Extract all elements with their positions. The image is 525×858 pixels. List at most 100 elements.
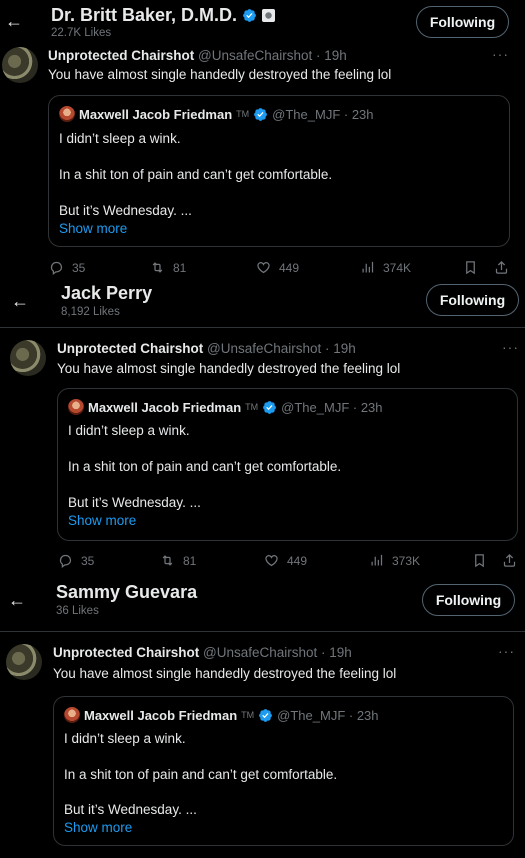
tweet-text: You have almost single handedly destroye…	[53, 666, 397, 681]
affiliate-badge-icon	[262, 9, 276, 22]
reply-icon	[59, 554, 72, 568]
avatar[interactable]	[6, 644, 42, 680]
like-count: 449	[287, 553, 308, 568]
author-name[interactable]: Unprotected Chairshot	[57, 341, 203, 356]
profile-header-name: Dr. Britt Baker, D.M.D.	[51, 5, 276, 26]
like-count: 449	[279, 260, 300, 275]
heart-icon	[257, 262, 270, 274]
repost-count: 81	[173, 260, 187, 275]
quote-author: Maxwell Jacob Friedman TM @The_MJF · 23h	[68, 399, 383, 415]
bookmark-icon	[466, 261, 475, 275]
heart-icon	[265, 555, 278, 567]
quote-tweet-card[interactable]: Maxwell Jacob Friedman TM @The_MJF · 23h…	[57, 388, 518, 541]
show-more-link[interactable]: Show more	[64, 820, 132, 835]
share-icon	[495, 260, 508, 274]
quote-text-line: But it’s Wednesday. ...	[59, 203, 192, 218]
repost-button[interactable]: 81	[160, 553, 196, 568]
verified-badge-icon	[259, 708, 273, 722]
reply-button[interactable]: 35	[49, 260, 85, 275]
more-options-icon[interactable]: ···	[502, 339, 519, 355]
show-more-link[interactable]: Show more	[59, 221, 127, 236]
repost-button[interactable]: 81	[150, 260, 186, 275]
quote-author: Maxwell Jacob Friedman TM @The_MJF · 23h	[64, 707, 379, 723]
verified-badge-icon	[243, 9, 256, 22]
back-arrow-icon[interactable]: ←	[8, 591, 26, 609]
author-handle-time: @UnsafeChairshot · 19h	[203, 645, 352, 660]
avatar[interactable]	[10, 340, 46, 376]
verified-badge-icon	[263, 400, 277, 414]
quote-author: Maxwell Jacob Friedman TM @The_MJF · 23h	[59, 106, 374, 122]
more-options-icon[interactable]: ···	[492, 46, 509, 62]
quote-handle-time: @The_MJF · 23h	[281, 399, 383, 415]
repost-icon	[162, 555, 173, 566]
following-button[interactable]: Following	[422, 584, 515, 616]
profile-panel-britt-baker: ← Dr. Britt Baker, D.M.D. 22.7K Likes Fo…	[0, 0, 525, 285]
quote-text-line: In a shit ton of pain and can’t get comf…	[59, 167, 333, 182]
views-chart-icon	[371, 554, 383, 566]
quote-text-line: I didn’t sleep a wink.	[59, 131, 181, 146]
profile-header-name: Sammy Guevara	[56, 582, 197, 603]
tweet-author: Unprotected Chairshot @UnsafeChairshot ·…	[48, 48, 347, 63]
share-button[interactable]	[502, 553, 517, 568]
reply-count: 35	[81, 553, 95, 568]
back-arrow-icon[interactable]: ←	[5, 12, 23, 30]
bookmark-button[interactable]	[463, 260, 478, 275]
bookmark-icon	[475, 554, 484, 568]
quote-handle-time: @The_MJF · 23h	[277, 707, 379, 723]
views-button[interactable]: 374K	[360, 260, 411, 275]
quote-tm-mark: TM	[245, 402, 259, 412]
repost-icon	[152, 262, 163, 273]
share-icon	[503, 553, 516, 567]
quote-author-name: Maxwell Jacob Friedman	[88, 399, 242, 415]
views-count: 374K	[383, 260, 412, 275]
bookmark-button[interactable]	[472, 553, 487, 568]
profile-panel-jack-perry: ← Jack Perry 8,192 Likes Following Unpro…	[0, 280, 525, 577]
views-chart-icon	[362, 261, 374, 273]
quote-text-line: But it’s Wednesday. ...	[68, 495, 201, 510]
share-button[interactable]	[494, 260, 509, 275]
quote-text-line: But it’s Wednesday. ...	[64, 802, 197, 817]
quote-handle-time: @The_MJF · 23h	[272, 106, 374, 122]
following-button[interactable]: Following	[416, 6, 509, 38]
tweet-text: You have almost single handedly destroye…	[57, 361, 401, 376]
like-button[interactable]: 449	[256, 260, 299, 275]
quote-tweet-card[interactable]: Maxwell Jacob Friedman TM @The_MJF · 23h…	[48, 95, 510, 247]
profile-header-name: Jack Perry	[61, 283, 152, 304]
divider	[0, 327, 525, 328]
author-name[interactable]: Unprotected Chairshot	[48, 48, 194, 63]
profile-name: Jack Perry	[61, 283, 153, 303]
profile-name: Sammy Guevara	[56, 582, 198, 602]
following-button[interactable]: Following	[426, 284, 519, 316]
more-options-icon[interactable]: ···	[498, 643, 515, 659]
quote-author-name: Maxwell Jacob Friedman	[84, 707, 238, 723]
quote-tweet-card[interactable]: Maxwell Jacob Friedman TM @The_MJF · 23h…	[53, 696, 514, 846]
tweet-actions: 35 81 449 373K	[0, 553, 525, 573]
tweet-author: Unprotected Chairshot @UnsafeChairshot ·…	[53, 645, 352, 660]
verified-badge-icon	[254, 107, 268, 121]
quote-text-line: I didn’t sleep a wink.	[64, 731, 186, 746]
tweet-text: You have almost single handedly destroye…	[48, 67, 392, 82]
quote-text-line: I didn’t sleep a wink.	[68, 423, 190, 438]
author-name[interactable]: Unprotected Chairshot	[53, 645, 199, 660]
reply-icon	[50, 261, 63, 275]
quote-text-line: In a shit ton of pain and can’t get comf…	[68, 459, 342, 474]
avatar[interactable]	[2, 47, 38, 83]
quote-avatar	[59, 106, 75, 122]
back-arrow-icon[interactable]: ←	[11, 292, 29, 310]
profile-likes-count: 8,192 Likes	[61, 306, 120, 318]
author-handle-time: @UnsafeChairshot · 19h	[207, 341, 356, 356]
profile-likes-count: 22.7K Likes	[51, 27, 112, 39]
views-button[interactable]: 373K	[369, 553, 420, 568]
show-more-link[interactable]: Show more	[68, 513, 136, 528]
views-count: 373K	[392, 553, 421, 568]
profile-panel-sammy-guevara: ← Sammy Guevara 36 Likes Following Unpro…	[0, 578, 525, 858]
quote-author-name: Maxwell Jacob Friedman	[79, 106, 233, 122]
tweet-actions: 35 81 449 374K	[0, 260, 525, 280]
quote-avatar	[64, 707, 80, 723]
quote-avatar	[68, 399, 84, 415]
quote-text-line: In a shit ton of pain and can’t get comf…	[64, 767, 338, 782]
tweet-author: Unprotected Chairshot @UnsafeChairshot ·…	[57, 341, 356, 356]
like-button[interactable]: 449	[264, 553, 307, 568]
reply-button[interactable]: 35	[58, 553, 94, 568]
author-handle-time: @UnsafeChairshot · 19h	[198, 48, 347, 63]
